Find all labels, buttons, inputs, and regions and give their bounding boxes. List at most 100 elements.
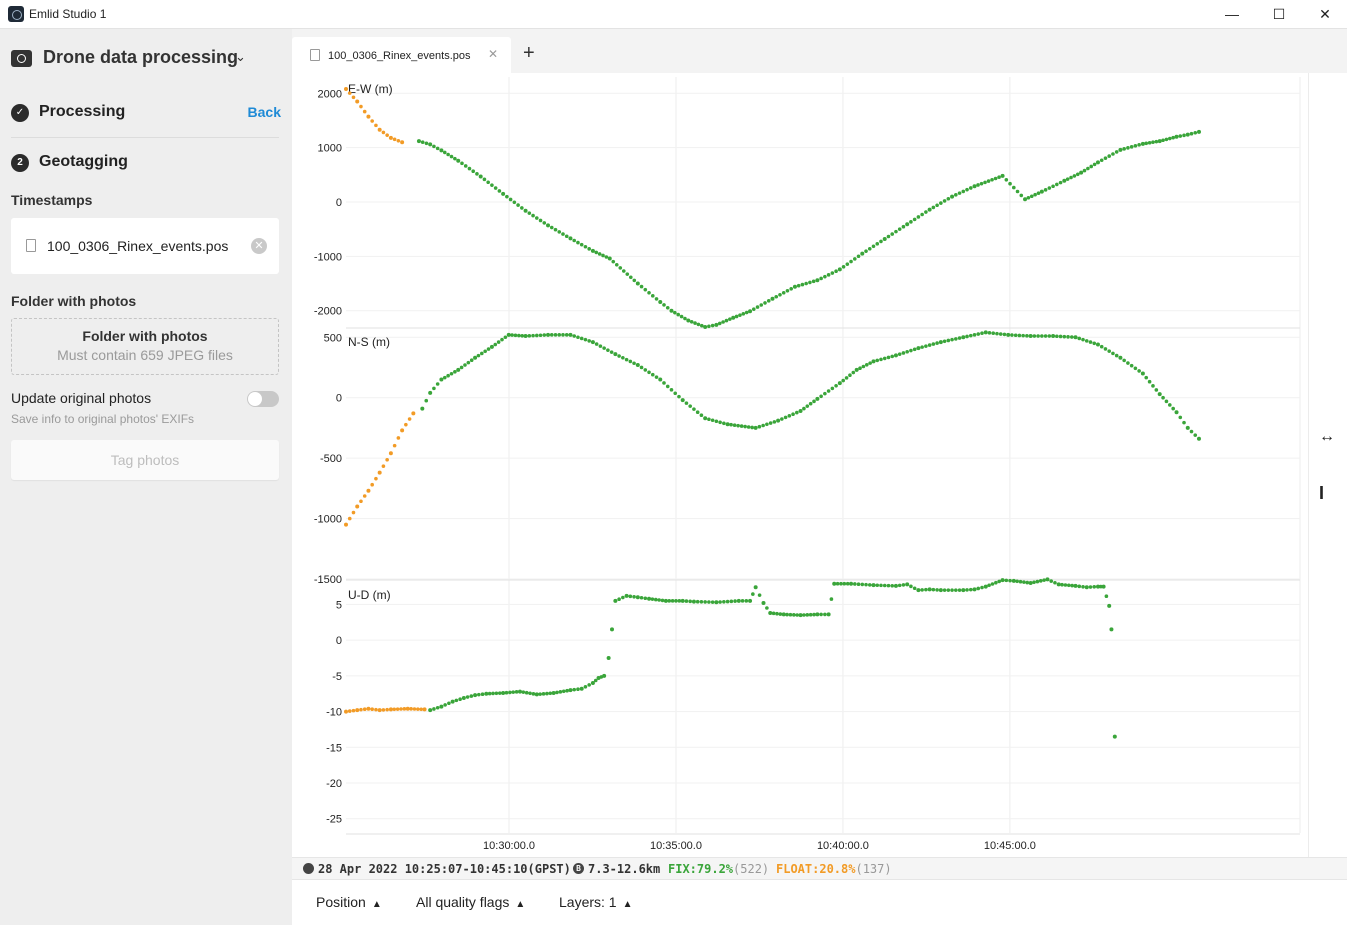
fix-point	[590, 248, 595, 253]
fix-point	[500, 337, 504, 342]
fix-point	[808, 401, 813, 406]
fix-point	[1017, 333, 1022, 338]
fix-point	[912, 347, 917, 352]
fix-point	[501, 691, 506, 695]
fix-point	[832, 581, 837, 586]
float-point	[347, 91, 352, 95]
fix-point	[901, 224, 906, 229]
fix-point	[639, 595, 644, 600]
layers-dropdown[interactable]: Layers: 1 ▲	[559, 894, 633, 910]
fix-point	[805, 613, 810, 617]
fix-point	[1021, 333, 1025, 338]
fix-point	[490, 183, 494, 187]
fix-point	[1008, 181, 1012, 186]
fix-point	[886, 355, 891, 360]
quality-flags-dropdown[interactable]: All quality flags ▲	[416, 894, 525, 910]
back-link[interactable]: Back	[248, 104, 281, 120]
fix-point	[882, 356, 887, 361]
fix-point	[572, 334, 577, 338]
fix-point	[505, 194, 509, 199]
fix-point	[688, 599, 692, 604]
fix-point	[789, 286, 793, 291]
position-chart[interactable]: 10:30:00.0 10:35:00.0 10:40:00.0 10:45:00.0…	[292, 73, 1308, 857]
fix-point	[1073, 583, 1078, 588]
fix-point	[456, 367, 461, 372]
position-dropdown[interactable]: Position ▲	[316, 894, 382, 910]
fix-point	[670, 599, 675, 603]
timestamps-file-card[interactable]: 100_0306_Rinex_events.pos ✕	[11, 218, 279, 274]
fix-point	[693, 321, 697, 325]
fit-horizontal-icon[interactable]: ↔	[1319, 428, 1335, 446]
fix-point	[546, 223, 551, 228]
fix-point	[972, 587, 977, 592]
fix-point	[471, 169, 475, 174]
minimize-button[interactable]: —	[1209, 0, 1255, 29]
main-panel: 100_0306_Rinex_events.pos ✕ + 10:30:00.0…	[292, 29, 1347, 925]
tag-photos-button[interactable]: Tag photos	[11, 440, 279, 480]
fix-point	[590, 340, 595, 345]
fix-point	[443, 703, 447, 707]
fix-point	[1000, 578, 1005, 583]
add-tab-icon[interactable]: +	[523, 42, 535, 65]
fix-point	[841, 264, 846, 269]
fix-point	[688, 404, 692, 408]
update-photos-toggle[interactable]	[247, 391, 279, 407]
fix-point	[751, 307, 756, 311]
fix-point	[466, 360, 471, 365]
y-tick-label: -25	[326, 814, 342, 826]
fix-point	[796, 283, 801, 288]
fix-point	[658, 377, 663, 382]
y-tick-label: -2000	[314, 306, 342, 318]
fix-point	[1043, 188, 1048, 192]
fix-point	[435, 146, 440, 151]
fix-point	[894, 229, 898, 234]
y-tick-label: -1000	[314, 251, 342, 263]
float-point	[374, 476, 378, 481]
chevron-down-icon[interactable]: ⌄	[235, 49, 246, 65]
fix-point	[662, 303, 666, 307]
fix-point	[1157, 139, 1162, 144]
fix-point	[617, 354, 621, 358]
fix-point	[983, 330, 988, 335]
project-selector[interactable]: Drone data processing ⌄	[11, 45, 281, 73]
fix-point	[1174, 134, 1179, 139]
fix-point	[609, 627, 614, 632]
fix-point	[621, 595, 625, 600]
fix-point	[890, 232, 895, 236]
float-point	[355, 708, 360, 713]
fix-point	[875, 358, 880, 363]
remove-file-icon[interactable]: ✕	[251, 238, 267, 254]
fix-point	[724, 318, 729, 323]
fix-point	[1112, 734, 1117, 739]
chevron-up-icon: ▲	[371, 899, 382, 910]
fix-point	[1015, 579, 1019, 584]
close-window-button[interactable]: ✕	[1302, 0, 1347, 29]
fix-point	[732, 423, 737, 427]
float-point	[388, 707, 393, 712]
fit-vertical-icon[interactable]: I	[1319, 483, 1324, 504]
float-point	[411, 411, 416, 416]
tab-pos-file[interactable]: 100_0306_Rinex_events.pos ✕	[292, 37, 511, 73]
fix-point	[1073, 335, 1078, 340]
fix-point	[823, 612, 827, 617]
fix-point	[890, 583, 895, 588]
fix-point	[905, 349, 909, 354]
float-point	[344, 86, 348, 91]
close-tab-icon[interactable]: ✕	[488, 47, 498, 61]
fix-point	[1178, 415, 1183, 420]
fix-point	[647, 370, 651, 375]
fix-point	[587, 339, 591, 343]
step-geotagging-label: Geotagging	[39, 153, 128, 170]
plot-area[interactable]: 10:30:00.0 10:35:00.0 10:40:00.0 10:45:00.0…	[292, 73, 1308, 857]
maximize-button[interactable]: ☐	[1256, 0, 1302, 29]
y-tick-label: 500	[324, 332, 342, 344]
fix-point	[1058, 180, 1063, 185]
x-tick-label: 10:45:00.0	[984, 840, 1036, 852]
float-point	[370, 707, 374, 711]
fix-point	[805, 404, 810, 408]
folder-drop-zone[interactable]: Folder with photos Must contain 659 JPEG…	[11, 318, 279, 375]
fix-point	[677, 599, 682, 603]
fix-point	[788, 612, 793, 617]
fix-point	[909, 348, 913, 353]
fix-point	[939, 201, 943, 205]
